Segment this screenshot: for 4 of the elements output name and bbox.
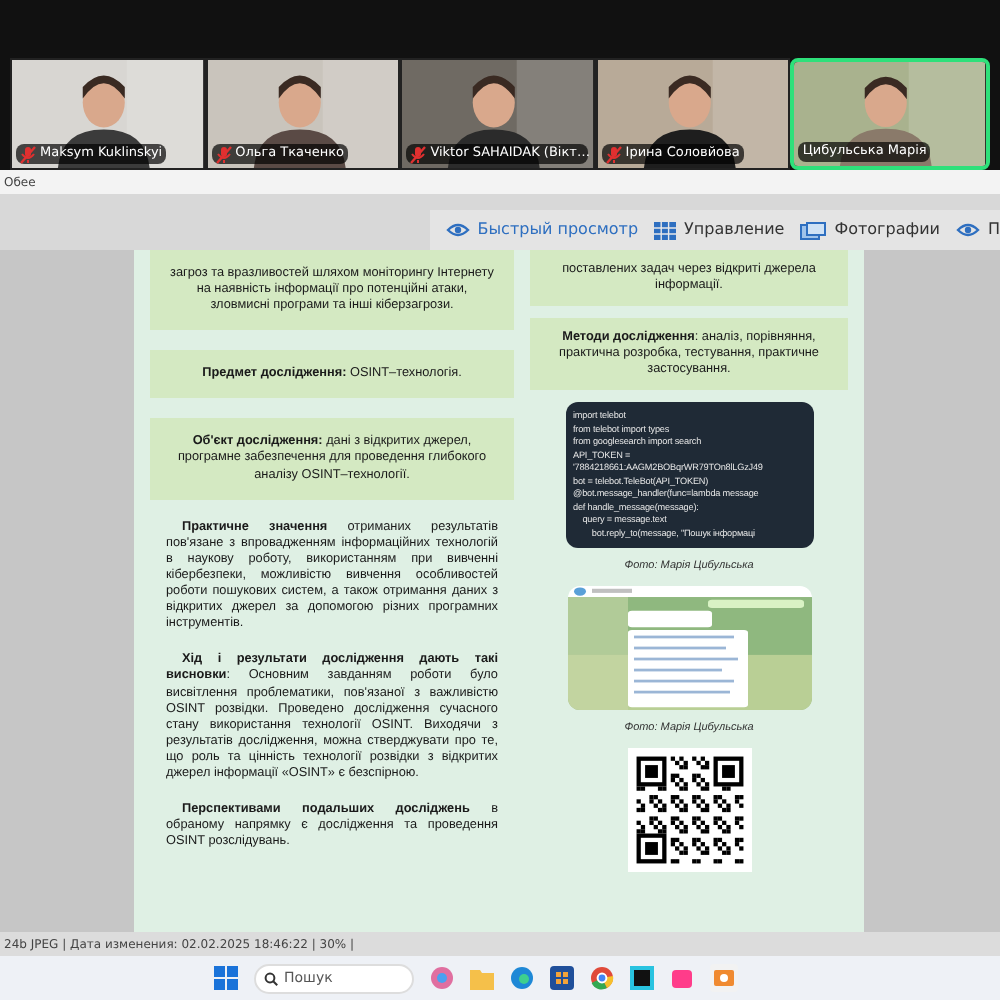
toolbar-tab[interactable]: Управление [654,218,785,242]
toolbar-tab[interactable]: Фотографии [800,218,940,242]
toolbar-tab[interactable]: Быстрый просмотр [445,218,639,242]
toolbar-tab[interactable]: П [955,218,1000,242]
